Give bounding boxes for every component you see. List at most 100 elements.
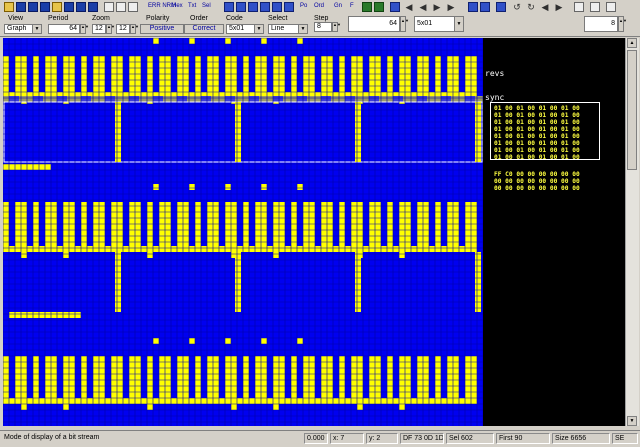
sel-button[interactable]: Sel (202, 3, 211, 9)
zoom-x-spinner[interactable]: ▲▼ (106, 24, 115, 34)
forward-icon[interactable]: ▶ (554, 2, 564, 12)
bit-cell (69, 202, 75, 252)
bit-cell (345, 96, 355, 102)
zoom-y-spinner[interactable]: ▲▼ (130, 24, 139, 34)
write-all-icon[interactable] (88, 2, 98, 12)
bit-cell (93, 202, 99, 252)
bit-cell (369, 202, 375, 252)
tool-6-icon[interactable] (606, 2, 616, 12)
hex-line: FF C0 00 00 00 00 00 00 (494, 171, 580, 178)
period-spinner[interactable]: ▲▼ (80, 24, 89, 34)
polarity-button[interactable]: Positive (140, 24, 184, 34)
chevron-down-icon: ▼ (32, 25, 41, 33)
zoom-label: Zoom (92, 15, 110, 22)
bit-cell (297, 38, 303, 44)
vertical-scrollbar[interactable]: ▲ ▼ (625, 38, 639, 426)
select-label: Select (268, 15, 288, 22)
left-arrow-icon[interactable]: ◀ (418, 2, 428, 12)
step-spinner[interactable]: ▲▼ (332, 22, 341, 32)
bit-cell (189, 338, 195, 344)
tool-5-icon[interactable] (590, 2, 600, 12)
tool-3-icon[interactable] (496, 2, 506, 12)
bit-cell (475, 102, 481, 162)
right-arrow-icon[interactable]: ▶ (432, 2, 442, 12)
bit-cell (225, 338, 231, 344)
view-5-icon[interactable] (272, 2, 282, 12)
redo-icon[interactable]: ↻ (526, 2, 536, 12)
bit-cell (393, 96, 403, 102)
bit-cell (153, 338, 159, 344)
bit-cell (81, 96, 91, 102)
scroll-up-icon[interactable]: ▲ (627, 38, 637, 48)
track-icon[interactable] (390, 2, 400, 12)
po-button[interactable]: Po (300, 3, 307, 9)
fm-icon[interactable] (362, 2, 372, 12)
bit-cell (405, 202, 411, 252)
bit-cell (225, 38, 231, 44)
bit-cell (195, 202, 201, 252)
back-arrow-icon[interactable]: ◀ (404, 2, 414, 12)
view-1-icon[interactable] (224, 2, 234, 12)
period-right-spinner[interactable]: ▲▼ (400, 16, 409, 32)
step-right-input[interactable]: 8 (584, 16, 618, 32)
bit-cell (15, 202, 21, 252)
period-right-input[interactable]: 64 (348, 16, 400, 32)
open-folder-icon[interactable] (4, 2, 14, 12)
bit-cell (3, 246, 477, 252)
bit-grid[interactable] (3, 38, 483, 426)
bit-cell (339, 202, 345, 252)
f-button[interactable]: F (350, 3, 354, 9)
bit-cell (115, 252, 121, 312)
doc-icon[interactable] (128, 2, 138, 12)
chevron-down-icon: ▼ (454, 17, 463, 31)
view-select[interactable]: Graph ▼ (4, 24, 42, 34)
order-label: Order (190, 15, 208, 22)
scroll-down-icon[interactable]: ▼ (627, 416, 637, 426)
undo-icon[interactable]: ↺ (512, 2, 522, 12)
view-3-icon[interactable] (248, 2, 258, 12)
code-select[interactable]: 5x01 ▼ (226, 24, 264, 34)
ord-button[interactable]: Ord (314, 3, 324, 9)
sync-label: sync (485, 93, 505, 102)
bit-cell (291, 202, 297, 252)
bit-cell (309, 202, 315, 252)
mfm-icon[interactable] (374, 2, 384, 12)
period-input[interactable]: 64 (48, 24, 80, 34)
pad-icon[interactable] (116, 2, 126, 12)
order-button[interactable]: Correct (184, 24, 224, 34)
bit-cell (9, 96, 19, 102)
save-as-icon[interactable] (28, 2, 38, 12)
tool-1-icon[interactable] (468, 2, 478, 12)
bit-cell (153, 38, 159, 44)
step-right-spinner[interactable]: ▲▼ (618, 16, 627, 32)
forward-arrow-icon[interactable]: ▶ (446, 2, 456, 12)
select-mode-select[interactable]: Line ▼ (268, 24, 308, 34)
bit-cell (45, 202, 51, 252)
bit-stream-graph[interactable] (3, 38, 483, 426)
status-hint: Mode of display of a bit stream (4, 434, 100, 441)
code-right-select[interactable]: 5x01 ▼ (414, 16, 464, 32)
save-image-icon[interactable] (64, 2, 74, 12)
zoom-x-input[interactable]: 12 (92, 24, 106, 34)
tool-4-icon[interactable] (574, 2, 584, 12)
analyze-icon[interactable] (104, 2, 114, 12)
txt-button[interactable]: Txt (188, 3, 196, 9)
hex-button[interactable]: Hex (172, 3, 183, 9)
view-2-icon[interactable] (236, 2, 246, 12)
step-input[interactable]: 8 (314, 22, 332, 32)
back-icon[interactable]: ◀ (540, 2, 550, 12)
scroll-thumb[interactable] (627, 50, 637, 170)
code-right-value: 5x01 (417, 20, 433, 27)
bit-cell (207, 202, 213, 252)
gn-button[interactable]: Gn (334, 3, 342, 9)
tool-2-icon[interactable] (480, 2, 490, 12)
view-6-icon[interactable] (284, 2, 294, 12)
bit-cell (153, 184, 159, 190)
save-disk-icon[interactable] (16, 2, 26, 12)
write-icon[interactable] (76, 2, 86, 12)
export-icon[interactable] (40, 2, 50, 12)
bit-cell (351, 202, 357, 252)
open-image-icon[interactable] (52, 2, 62, 12)
view-4-icon[interactable] (260, 2, 270, 12)
zoom-y-input[interactable]: 12 (116, 24, 130, 34)
